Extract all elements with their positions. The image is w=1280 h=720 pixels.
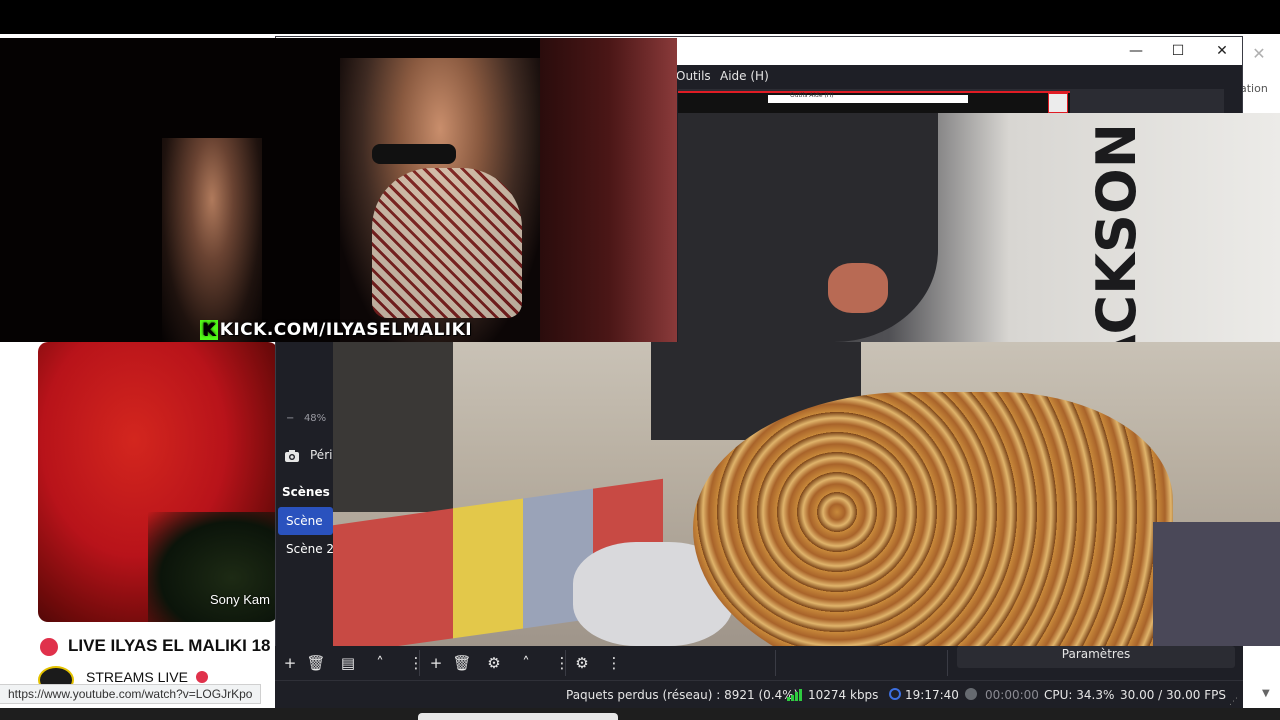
zoom-minus-icon[interactable]: − [286, 413, 294, 424]
stream-time: 19:17:40 [905, 688, 959, 702]
more-options-icon[interactable]: ⋮ [603, 652, 625, 674]
gear-icon[interactable]: ⚙ [483, 652, 505, 674]
record-status-icon [965, 688, 977, 700]
record-time: 00:00:00 [985, 688, 1039, 702]
remove-source-icon[interactable]: 🗑 [451, 652, 473, 674]
remove-scene-icon[interactable]: 🗑 [305, 652, 327, 674]
bitrate: 10274 kbps [808, 688, 879, 702]
scenes-title: Scènes [282, 485, 330, 499]
source-item[interactable]: Péri [276, 441, 333, 471]
source-label: Péri [310, 448, 333, 462]
minimize-button[interactable]: — [1114, 37, 1158, 65]
kick-logo-icon: K [200, 320, 218, 340]
poster-figure [678, 113, 938, 342]
dark-cloth [1153, 522, 1280, 646]
top-black-bar [0, 0, 1280, 34]
more-options-icon[interactable]: ⋮ [551, 652, 573, 674]
scene-item-1[interactable]: Scène [278, 507, 333, 535]
wall-frame [333, 342, 453, 512]
filter-icon[interactable]: ▤ [337, 652, 359, 674]
poster-hand [828, 263, 888, 313]
kick-watermark: K KICK.COM/ILYASELMALIKI [200, 320, 472, 340]
close-button[interactable]: ✕ [1200, 37, 1244, 65]
channel-live-dot-icon [196, 671, 208, 683]
close-icon[interactable]: ✕ [1250, 44, 1268, 63]
taskbar-window-thumb[interactable] [418, 713, 618, 720]
leopard-blanket [693, 392, 1173, 646]
poster-text: ACKSON [1085, 123, 1148, 342]
live-indicator-icon [40, 638, 58, 656]
nested-preview: Outils Aide (H) [678, 91, 1070, 113]
stream-status-icon [889, 688, 901, 700]
obs-status-bar: Paquets perdus (réseau) : 8921 (0.4%) 10… [275, 680, 1243, 708]
more-options-icon[interactable]: ⋮ [405, 652, 427, 674]
zoom-label: − 48% [286, 413, 326, 424]
desktop: Sony Kam LIVE ILYAS EL MALIKI 18 STREAMS… [0, 0, 1280, 720]
dropped-frames: Paquets perdus (réseau) : 8921 (0.4%) [566, 688, 799, 702]
scene-label: Scène [286, 514, 323, 528]
kick-url: KICK.COM/ILYASELMALIKI [219, 320, 473, 340]
guest-scarf [372, 168, 522, 318]
move-up-icon[interactable]: ˄ [369, 652, 391, 674]
move-up-icon[interactable]: ˄ [515, 652, 537, 674]
scene-label: Scène 2 [286, 542, 335, 556]
cpu-usage: CPU: 34.3% [1044, 688, 1115, 702]
webcam-preview[interactable] [333, 342, 1280, 646]
add-source-icon[interactable]: + [425, 652, 447, 674]
nested-preview-box [1048, 93, 1068, 113]
resize-grip-icon[interactable]: ⋰ [1229, 697, 1239, 707]
nested-preview-text: Outils Aide (H) [790, 92, 834, 99]
toolbar-separator [419, 650, 420, 676]
sunglasses [372, 144, 456, 164]
toolbar-separator [775, 650, 776, 676]
menu-outils[interactable]: Outils [676, 69, 711, 83]
menu-aide[interactable]: Aide (H) [720, 69, 769, 83]
obs-left-panel: − 48% Péri Scènes Scène Scène 2 [276, 343, 335, 647]
guest-video-overlay[interactable]: K KICK.COM/ILYASELMALIKI [0, 38, 677, 342]
add-scene-icon[interactable]: + [279, 652, 301, 674]
link-status-bar: https://www.youtube.com/watch?v=LOGJrKpo [0, 684, 262, 704]
webcam-preview-top: ACKSON [678, 113, 1280, 342]
signal-strength-icon [787, 689, 802, 701]
obs-toolbar: + 🗑 ▤ ˄ ⋮ + 🗑 ⚙ ˄ ⋮ ⚙ ⋮ Paramètres [275, 646, 1243, 680]
guest-person-left [162, 138, 262, 342]
settings-button[interactable]: Paramètres [957, 646, 1235, 668]
browser-side-text: ation [1240, 82, 1268, 95]
toolbar-separator [565, 650, 566, 676]
zoom-value: 48% [303, 413, 327, 424]
fps-counter: 30.00 / 30.00 FPS [1120, 688, 1226, 702]
video-title[interactable]: LIVE ILYAS EL MALIKI 18 [68, 636, 271, 656]
filters-gear-icon[interactable]: ⚙ [571, 652, 593, 674]
scroll-down-icon[interactable]: ▼ [1262, 688, 1270, 699]
thumbnail-caption: Sony Kam [210, 592, 270, 607]
toolbar-separator [947, 650, 948, 676]
camera-icon [285, 450, 299, 462]
maximize-button[interactable]: ☐ [1156, 37, 1200, 65]
nested-preview-strip: Outils Aide (H) [678, 89, 1224, 115]
guest-hair [540, 38, 677, 342]
video-thumbnail[interactable]: Sony Kam [38, 342, 278, 622]
channel-name[interactable]: STREAMS LIVE [86, 669, 188, 685]
scene-item-2[interactable]: Scène 2 [278, 535, 335, 563]
taskbar [0, 708, 1280, 720]
